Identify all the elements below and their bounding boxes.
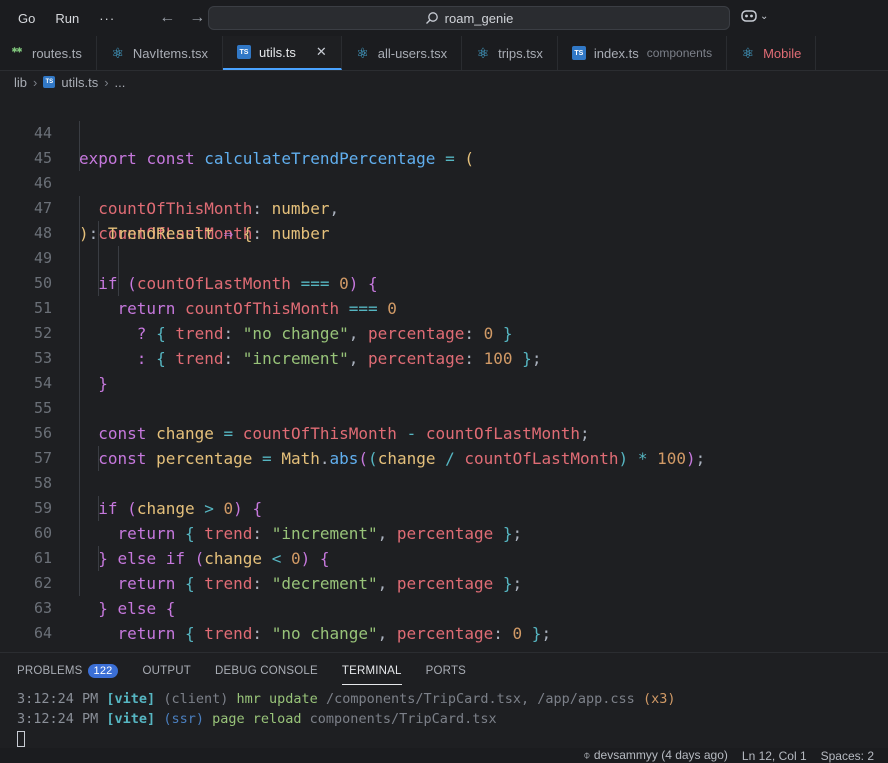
tab-description: components: [646, 46, 713, 60]
react-icon: ⚛: [741, 44, 755, 61]
menu-run[interactable]: Run: [49, 11, 85, 26]
tab-label: index.ts: [593, 45, 639, 61]
tab-output[interactable]: OUTPUT: [142, 653, 190, 689]
code-line: 58 return { trend: "increment", percenta…: [0, 446, 888, 543]
code-line: 44 export const calculateTrendPercentage…: [0, 96, 888, 168]
git-commit-icon: ⌽: [583, 748, 591, 762]
code-line: 51 : { trend: "increment", percentage: 1…: [0, 271, 888, 368]
copilot-icon: [741, 10, 757, 22]
react-icon: ⚛: [476, 44, 490, 61]
command-center-label: roam_genie: [444, 10, 514, 26]
code-line: 52 }: [0, 296, 888, 393]
typescript-icon: TS: [236, 45, 251, 59]
code-line: 55 const percentage = Math.abs((change /…: [0, 371, 888, 468]
menu-bar: Go Run ···: [0, 11, 121, 26]
navigation-arrows: ← →: [159, 9, 205, 27]
terminal-output[interactable]: 3:12:24 PM [vite] (client) hmr update /c…: [0, 689, 888, 749]
title-bar: Go Run ··· ← → roam_genie ⌄: [0, 0, 888, 36]
tab-debug-console[interactable]: DEBUG CONSOLE: [215, 653, 318, 689]
bottom-panel: PROBLEMS 122 OUTPUT DEBUG CONSOLE TERMIN…: [0, 652, 888, 749]
tab-terminal[interactable]: TERMINAL: [341, 653, 402, 689]
tab-label: Mobile: [763, 45, 802, 61]
tab-label: TERMINAL: [341, 665, 402, 677]
typescript-icon: TS: [43, 76, 56, 88]
react-icon: ⚛: [111, 44, 125, 61]
close-icon[interactable]: ✕: [316, 44, 327, 60]
tab-all-users[interactable]: ⚛ all-users.tsx: [342, 36, 463, 70]
code-line: 60 return { trend: "decrement", percenta…: [0, 496, 888, 593]
copilot-button[interactable]: ⌄: [740, 8, 768, 24]
tab-label: OUTPUT: [142, 665, 191, 677]
react-icon: ⚛: [356, 44, 370, 61]
tab-label: routes.ts: [32, 45, 82, 61]
route-icon: ᕯ: [11, 45, 23, 60]
tab-index[interactable]: TS index.ts components: [558, 36, 728, 70]
cursor-position[interactable]: Ln 12, Col 1: [742, 749, 807, 763]
tab-label: PROBLEMS: [17, 665, 83, 677]
code-line: 63 }: [0, 571, 888, 668]
code-line: 56: [0, 396, 888, 442]
tab-label: DEBUG CONSOLE: [214, 665, 318, 677]
terminal-prompt[interactable]: [17, 729, 888, 749]
tab-utils[interactable]: TS utils.ts ✕: [222, 36, 342, 70]
code-editor[interactable]: 44 export const calculateTrendPercentage…: [0, 96, 888, 668]
code-line: 64 };: [0, 596, 888, 668]
tab-problems[interactable]: PROBLEMS 122: [17, 653, 119, 689]
code-line: 45 countOfThisMonth: number,: [0, 121, 888, 218]
status-bar: ⌽ devsammyy (4 days ago) Ln 12, Col 1 Sp…: [0, 748, 888, 763]
tab-trips[interactable]: ⚛ trips.tsx: [462, 36, 558, 70]
terminal-line: 3:12:24 PM [vite] (ssr) page reload comp…: [17, 711, 497, 727]
editor-tab-bar: ᕯ routes.ts ⚛ NavItems.tsx TS utils.ts ✕…: [0, 36, 888, 71]
terminal-cursor: [17, 731, 25, 747]
menu-go[interactable]: Go: [12, 11, 41, 26]
problems-count-badge: 122: [87, 664, 119, 678]
code-line: 65: [0, 621, 888, 667]
indentation[interactable]: Spaces: 2: [821, 749, 874, 763]
forward-arrow-icon[interactable]: →: [189, 9, 205, 27]
terminal-line: 3:12:24 PM [vite] (client) hmr update /c…: [17, 691, 676, 707]
tab-navitems[interactable]: ⚛ NavItems.tsx: [97, 36, 223, 70]
breadcrumb-symbols[interactable]: ...: [115, 75, 126, 90]
code-line: 47 ): TrendResult ⇒ {: [0, 171, 888, 243]
tab-label: trips.tsx: [498, 45, 543, 61]
code-line: 53: [0, 321, 888, 367]
code-line: 62 return { trend: "no change", percenta…: [0, 546, 888, 643]
search-icon: [425, 12, 438, 24]
tab-label: NavItems.tsx: [132, 45, 208, 61]
breadcrumb: lib › TS utils.ts › ...: [0, 71, 125, 93]
git-blame[interactable]: ⌽ devsammyy (4 days ago): [583, 748, 728, 763]
typescript-icon: TS: [571, 46, 586, 60]
tab-mobile[interactable]: ⚛ Mobile: [727, 36, 817, 70]
chevron-right-icon: ›: [33, 74, 38, 90]
tab-label: all-users.tsx: [377, 45, 448, 61]
menu-more-button[interactable]: ···: [93, 11, 121, 26]
code-line: 49 return countOfThisMonth === 0: [0, 221, 888, 318]
code-line: 50 ? { trend: "no change", percentage: 0…: [0, 246, 888, 343]
tab-routes[interactable]: ᕯ routes.ts: [0, 36, 97, 70]
code-line: 59 } else if (change < 0) {: [0, 471, 888, 568]
code-line: 48 if (countOfLastMonth === 0) {: [0, 196, 888, 293]
back-arrow-icon[interactable]: ←: [159, 9, 175, 27]
tab-label: PORTS: [425, 665, 467, 677]
code-line: 61 } else {: [0, 521, 888, 618]
chevron-down-icon: ⌄: [760, 10, 769, 22]
code-line: 57 if (change > 0) {: [0, 421, 888, 518]
tab-ports[interactable]: PORTS: [426, 653, 466, 689]
code-line: 46 countOfLastMonth: number: [0, 146, 888, 243]
chevron-right-icon: ›: [104, 74, 109, 90]
code-line: 54 const change = countOfThisMonth - cou…: [0, 346, 888, 443]
tab-label: utils.ts: [258, 44, 296, 60]
command-center-search[interactable]: roam_genie: [208, 6, 730, 30]
breadcrumb-folder[interactable]: lib: [14, 75, 27, 90]
breadcrumb-file[interactable]: utils.ts: [61, 75, 98, 90]
panel-tab-bar: PROBLEMS 122 OUTPUT DEBUG CONSOLE TERMIN…: [0, 653, 888, 689]
